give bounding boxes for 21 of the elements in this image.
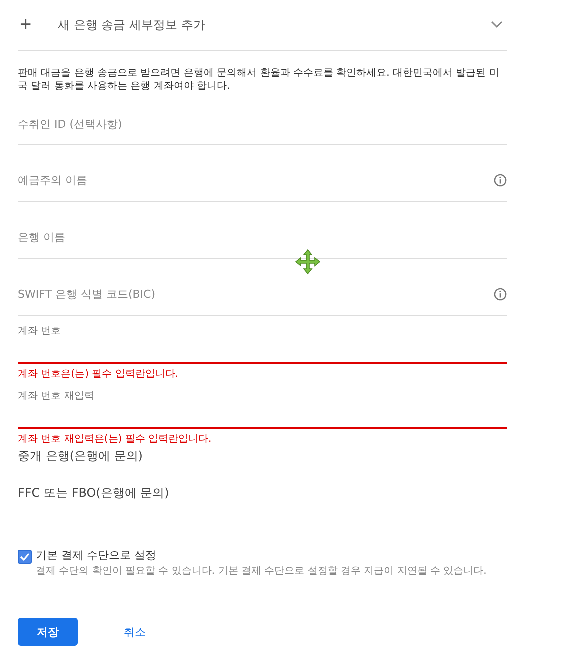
description-text: 판매 대금을 은행 송금으로 받으려면 은행에 문의해서 환율과 수수료를 확인하세요. 대한민국에서 발급된 미국 달러 통화를 사용하는 은행 계좌여야 합니다. [18,67,500,93]
error-message: 계좌 번호 재입력은(는) 필수 입력란입니다. [18,433,213,446]
field-label: 계좌 번호 재입력 [18,390,96,403]
expandable-section[interactable]: FFC 또는 FBO(은행에 문의) [18,485,507,502]
checkbox-label: 기본 결제 수단으로 설정 [36,548,158,563]
checkbox[interactable] [18,550,32,564]
text-field[interactable]: 수취인 ID (선택사항) [18,105,507,145]
add-icon: + [18,14,58,36]
move-cursor-icon [295,249,321,275]
save-button[interactable]: 저장 [18,618,78,646]
expandable-section[interactable]: 중개 은행(은행에 문의) [18,448,507,465]
info-icon[interactable] [494,174,507,187]
chevron-down-icon[interactable] [491,21,503,29]
section-title[interactable]: 새 은행 송금 세부정보 추가 [58,16,491,34]
info-icon[interactable] [494,288,507,301]
error-message: 계좌 번호은(는) 필수 입력란입니다. [18,368,180,381]
text-field[interactable]: 예금주의 이름 [18,145,507,202]
field-label: 계좌 번호 [18,325,62,338]
text-field[interactable]: 은행 이름 [18,202,507,259]
cancel-button[interactable]: 취소 [118,624,152,640]
helper-text: 결제 수단의 확인이 필요할 수 있습니다. 기본 결제 수단으로 설정할 경우 지급이 지연될 수 있습니다. [36,565,487,578]
